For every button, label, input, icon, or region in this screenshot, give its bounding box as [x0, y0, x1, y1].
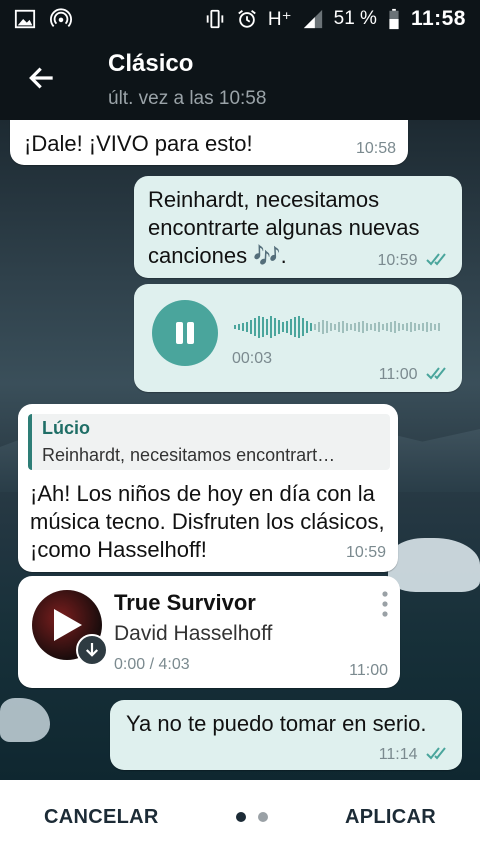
status-bar: H⁺ 51 % 11:58	[0, 0, 480, 38]
apply-button[interactable]: APLICAR	[345, 806, 436, 829]
song-artist: David Hasselhoff	[114, 622, 273, 645]
bottom-bar: CANCELAR APLICAR	[0, 780, 480, 854]
battery-icon	[389, 8, 399, 30]
message-incoming-reply[interactable]: Lúcio Reinhardt, necesitamos encontrart……	[18, 404, 398, 572]
cancel-button[interactable]: CANCELAR	[44, 806, 159, 829]
double-check-icon	[426, 253, 446, 266]
battery-percent: 51 %	[333, 8, 377, 29]
quoted-message[interactable]: Lúcio Reinhardt, necesitamos encontrart…	[28, 414, 390, 470]
wallpaper-iceberg-small	[0, 698, 50, 742]
download-icon[interactable]	[76, 634, 108, 666]
message-text: ¡Ah! Los niños de hoy en día con la músi…	[30, 481, 385, 562]
quoted-author: Lúcio	[42, 418, 90, 438]
playback-time: 0:00 / 4:03	[114, 656, 190, 673]
message-time: 10:59	[345, 544, 386, 561]
back-arrow-icon[interactable]	[26, 62, 58, 94]
message-incoming[interactable]: ¡Dale! ¡VIVO para esto! 10:58	[10, 120, 408, 165]
last-seen: últ. vez a las 10:58	[108, 88, 267, 109]
voice-message[interactable]: 00:03 11:00	[134, 284, 462, 392]
hotspot-icon	[50, 8, 72, 27]
message-outgoing[interactable]: Reinhardt, necesitamos encontrarte algun…	[134, 176, 462, 278]
contact-name[interactable]: Clásico	[108, 50, 193, 78]
message-time: 11:00	[349, 662, 388, 679]
message-text: ¡Dale! ¡VIVO para esto!	[24, 131, 253, 156]
play-icon[interactable]	[54, 609, 82, 641]
chat-area[interactable]: ¡Dale! ¡VIVO para esto! 10:58 Reinhardt,…	[0, 120, 480, 780]
page-dot-active	[235, 812, 246, 822]
network-type: H⁺	[267, 8, 292, 30]
chat-header: Clásico últ. vez a las 10:58	[0, 38, 480, 120]
vibrate-icon	[206, 9, 224, 29]
pause-button[interactable]	[152, 300, 218, 366]
message-text: Ya no te puedo tomar en serio.	[126, 711, 427, 736]
message-time: 10:58	[355, 140, 396, 157]
message-time: 10:59	[377, 252, 418, 269]
clock: 11:58	[410, 7, 466, 30]
waveform[interactable]	[234, 314, 446, 340]
more-vert-icon[interactable]	[380, 590, 390, 618]
message-outgoing[interactable]: Ya no te puedo tomar en serio. 11:14	[110, 700, 462, 770]
alarm-icon	[238, 10, 256, 28]
audio-file-message[interactable]: True Survivor David Hasselhoff 0:00 / 4:…	[18, 576, 400, 688]
voice-duration: 00:03	[232, 350, 273, 367]
page-dot	[257, 812, 268, 822]
double-check-icon	[426, 747, 446, 760]
wallpaper-iceberg	[388, 538, 480, 592]
quoted-text: Reinhardt, necesitamos encontrart…	[42, 445, 336, 465]
page-indicator	[235, 812, 268, 822]
message-time: 11:14	[378, 746, 418, 763]
image-icon	[14, 9, 36, 29]
message-time: 11:00	[378, 366, 418, 383]
song-title: True Survivor	[114, 590, 256, 615]
signal-icon	[303, 9, 322, 29]
double-check-icon	[426, 367, 446, 380]
